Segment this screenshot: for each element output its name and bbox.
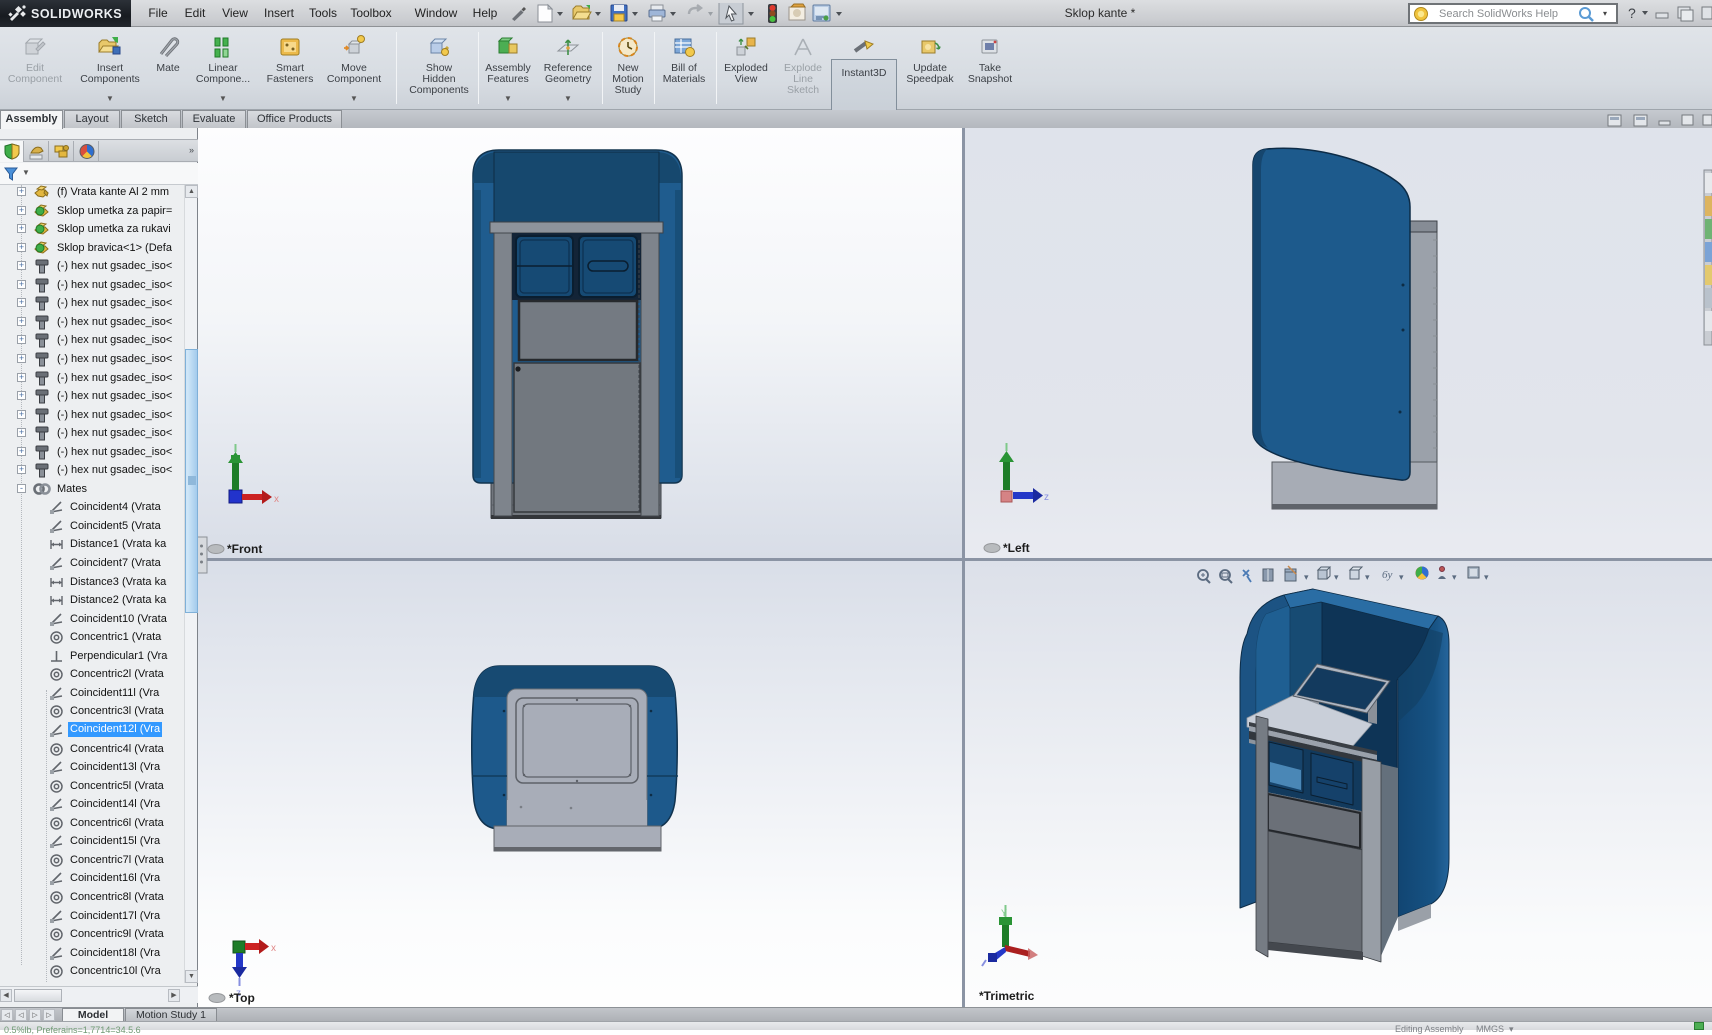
svg-text:*Trimetric: *Trimetric <box>979 989 1035 1003</box>
svg-text:▾: ▾ <box>1365 572 1370 582</box>
svg-text:x: x <box>274 494 279 505</box>
svg-text:*Front: *Front <box>227 542 262 556</box>
svg-text:?: ? <box>1628 5 1636 21</box>
svg-text:▾: ▾ <box>1484 572 1489 582</box>
svg-text:6y: 6y <box>1382 569 1393 581</box>
svg-text:▾: ▾ <box>1452 572 1457 582</box>
svg-text:▾: ▾ <box>1304 572 1309 582</box>
svg-text:*Left: *Left <box>1003 541 1030 555</box>
svg-text:▾: ▾ <box>1399 572 1404 582</box>
svg-text:▾: ▾ <box>1334 572 1339 582</box>
svg-text:z: z <box>1044 492 1049 503</box>
svg-text:x: x <box>271 943 276 954</box>
svg-text:Y: Y <box>1001 908 1007 918</box>
svg-text:*Top: *Top <box>229 991 255 1005</box>
